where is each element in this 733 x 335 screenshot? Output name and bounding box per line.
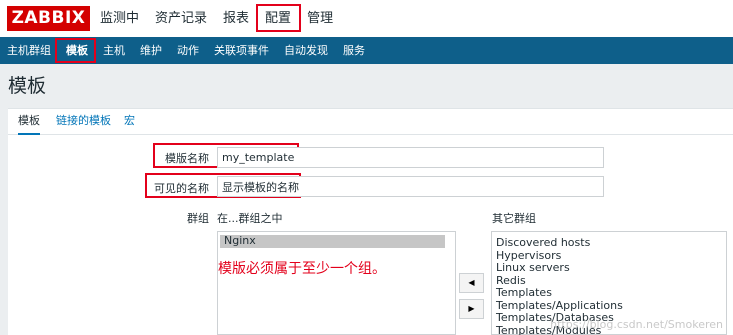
in-group-option[interactable]: Nginx [220,234,445,248]
sub-nav: 主机群组 模板 主机 维护 动作 关联项事件 自动发现 服务 [0,37,733,64]
highlight-box-templates [55,38,96,63]
top-nav-monitoring[interactable]: 监测中 [100,0,139,37]
tab-template[interactable]: 模板 [18,109,40,135]
sub-nav-hosts[interactable]: 主机 [103,37,125,64]
top-nav: 监测中 资产记录 报表 配置 管理 [100,0,349,37]
sub-nav-maintenance[interactable]: 维护 [140,37,162,64]
annotation-note: 模版必须属于至少一个组。 [218,261,386,277]
page-title: 模板 [8,75,47,97]
sub-nav-host-groups[interactable]: 主机群组 [7,37,51,64]
other-groups-label: 其它群组 [492,212,536,225]
watermark: https://blog.csdn.net/Smokeren [550,318,723,331]
zabbix-logo[interactable]: ZABBIX [7,6,90,31]
top-nav-inventory[interactable]: 资产记录 [155,0,207,37]
in-groups-listbox[interactable]: Nginx [217,231,456,335]
top-nav-administration[interactable]: 管理 [307,0,333,37]
sub-nav-actions[interactable]: 动作 [177,37,199,64]
highlight-box-configuration [256,4,301,32]
visible-name-input[interactable] [217,176,604,197]
form-tabs: 模板 链接的模板 宏 [8,109,733,135]
other-group-option[interactable]: Linux servers [492,261,726,275]
move-left-button[interactable]: ◀ [459,273,484,293]
template-name-input[interactable] [217,147,604,168]
tab-linked-templates[interactable]: 链接的模板 [56,109,111,133]
sub-nav-services[interactable]: 服务 [343,37,365,64]
other-group-option[interactable]: Templates [492,286,726,300]
in-groups-label: 在...群组之中 [217,212,283,225]
top-nav-reports[interactable]: 报表 [223,0,249,37]
top-header: ZABBIX 监测中 资产记录 报表 配置 管理 [0,0,733,37]
tab-macros[interactable]: 宏 [124,109,135,133]
other-group-option[interactable]: Discovered hosts [492,236,726,250]
groups-label: 群组 [187,212,209,225]
sub-nav-correlation[interactable]: 关联项事件 [214,37,269,64]
move-right-button[interactable]: ▶ [459,299,484,319]
sub-nav-discovery[interactable]: 自动发现 [284,37,328,64]
